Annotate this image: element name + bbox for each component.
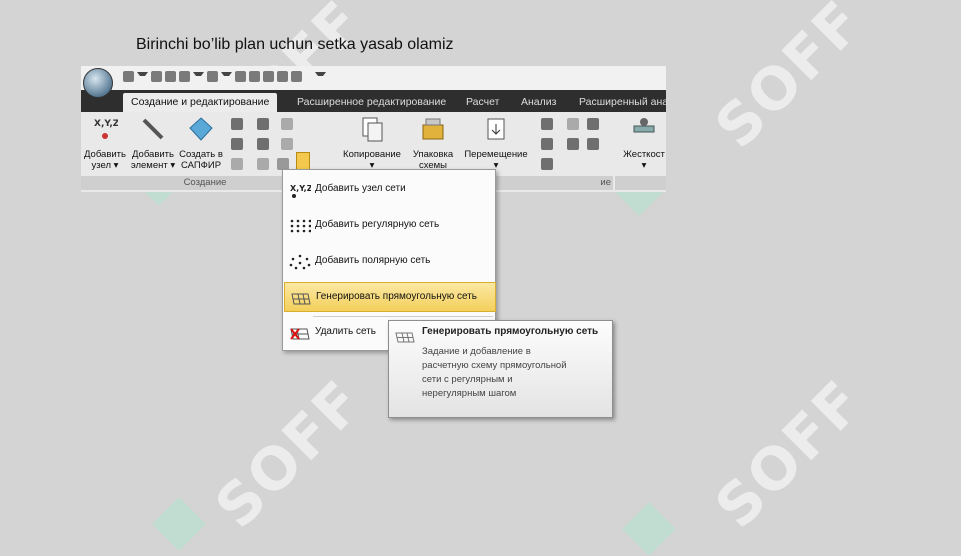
menu-item-label: Удалить сеть: [315, 326, 376, 337]
tooltip-body: Задание и добавление в расчетную схему п…: [422, 346, 567, 399]
redo-icon[interactable]: [207, 71, 218, 82]
delete-grid-icon: [290, 328, 310, 340]
menu-item-label: Добавить полярную сеть: [315, 255, 431, 266]
tab-advanced-analysis[interactable]: Расширенный ана: [571, 93, 676, 112]
menu-item-generate-rect-grid[interactable]: Генерировать прямоугольную сеть: [284, 282, 496, 312]
menu-item-add-grid-node[interactable]: X,Y,Z Добавить узел сети: [284, 175, 494, 203]
beam-element-icon: [142, 118, 164, 140]
bridge-tool-icon[interactable]: [231, 138, 243, 150]
disabled-tool-icon[interactable]: [281, 138, 293, 150]
button-label: Перемещение: [464, 149, 528, 160]
rect-grid-icon: [291, 293, 311, 305]
disabled-tool-icon[interactable]: [231, 158, 243, 170]
svg-text:X,Y,Z: X,Y,Z: [94, 119, 118, 129]
filter-icon[interactable]: [277, 71, 288, 82]
app-menu-button[interactable]: [83, 68, 113, 98]
customize-icon[interactable]: [315, 72, 326, 81]
svg-text:X,Y,Z: X,Y,Z: [290, 184, 311, 193]
menu-item-label: Добавить регулярную сеть: [315, 219, 440, 230]
tooltip-title: Генерировать прямоугольную сеть: [422, 326, 599, 337]
copy-button[interactable]: Копирование ▾: [336, 116, 408, 171]
wall-tool-icon[interactable]: [257, 138, 269, 150]
menu-item-add-polar-grid[interactable]: Добавить полярную сеть: [284, 247, 494, 275]
watermark-text: SOFF: [702, 0, 877, 162]
add-element-button[interactable]: Добавить элемент ▾: [129, 116, 177, 171]
disabled-tool-icon[interactable]: [281, 118, 293, 130]
undo-icon[interactable]: [179, 71, 190, 82]
settings-icon[interactable]: [263, 71, 274, 82]
pack-icon: [422, 118, 444, 140]
move-icon: [487, 118, 505, 140]
mirror-tool-icon[interactable]: [541, 138, 553, 150]
watermark-text: SOFF: [202, 366, 377, 542]
create-sapfir-button[interactable]: Создать в САПФИР: [177, 116, 225, 171]
button-label: элемент ▾: [130, 160, 176, 171]
menu-item-label: Генерировать прямоугольную сеть: [316, 291, 478, 302]
open-icon[interactable]: [151, 71, 162, 82]
xyz-node-icon: X,Y,Z: [94, 119, 120, 139]
lock-icon[interactable]: [291, 71, 302, 82]
join-tool-icon[interactable]: [587, 138, 599, 150]
regular-grid-icon: [290, 219, 311, 233]
view-icon[interactable]: [249, 71, 260, 82]
align-tool-icon[interactable]: [587, 118, 599, 130]
sapfir-icon: [189, 117, 213, 141]
button-label: Добавить: [132, 149, 174, 160]
stiffness-icon: [633, 118, 655, 133]
chevron-down-icon[interactable]: [221, 72, 232, 81]
menu-item-add-regular-grid[interactable]: Добавить регулярную сеть: [284, 211, 494, 239]
chevron-down-icon[interactable]: [193, 72, 204, 81]
grid-tool-icon[interactable]: [231, 118, 243, 130]
button-label: Упаковка: [412, 149, 454, 160]
move-button[interactable]: Перемещение ▾: [459, 116, 533, 171]
watermark-shape: [622, 502, 676, 556]
new-file-icon[interactable]: [123, 71, 134, 82]
tab-advanced-edit[interactable]: Расширенное редактирование: [289, 93, 454, 112]
cube-icon[interactable]: [235, 71, 246, 82]
polar-grid-icon: [289, 254, 311, 270]
copy-icon: [362, 117, 383, 142]
menu-item-label: Добавить узел сети: [315, 183, 406, 194]
grid-dropdown-button[interactable]: [296, 152, 310, 170]
frame-tool-icon[interactable]: [257, 118, 269, 130]
tab-create-edit[interactable]: Создание и редактирование: [123, 93, 278, 112]
rotate-tool-icon[interactable]: [541, 118, 553, 130]
stiffness-button[interactable]: Жесткост ▾: [619, 116, 669, 171]
disabled-tool-icon[interactable]: [257, 158, 269, 170]
xyz-icon: X,Y,Z: [290, 184, 311, 198]
watermark-text: SOFF: [702, 366, 877, 542]
tab-calculation[interactable]: Расчет: [458, 93, 507, 112]
button-label: узел ▾: [91, 160, 119, 171]
menu-separator: [313, 316, 493, 317]
group-label-stiffness: [615, 176, 666, 190]
rect-grid-icon: [395, 332, 415, 343]
button-label: ▾: [641, 160, 647, 171]
ribbon-tabs: Создание и редактирование Расширенное ре…: [81, 90, 668, 112]
tab-analysis[interactable]: Анализ: [513, 93, 564, 112]
disabled-tool-icon[interactable]: [567, 118, 579, 130]
watermark-shape: [152, 497, 206, 551]
cut-tool-icon[interactable]: [541, 158, 553, 170]
chevron-down-icon[interactable]: [137, 72, 148, 81]
quick-access-toolbar: [81, 66, 666, 90]
button-label: САПФИР: [180, 160, 222, 171]
tooltip: Генерировать прямоугольную сеть Задание …: [388, 320, 613, 418]
button-label: Жесткост: [623, 149, 665, 160]
button-label: Создать в: [179, 149, 223, 160]
pack-scheme-button[interactable]: Упаковка схемы: [409, 116, 457, 171]
button-label: Добавить: [84, 149, 126, 160]
save-icon[interactable]: [165, 71, 176, 82]
slide-title: Birinchi bo’lib plan uchun setka yasab o…: [136, 36, 454, 53]
split-tool-icon[interactable]: [567, 138, 579, 150]
button-label: Копирование: [343, 149, 401, 160]
add-node-button[interactable]: X,Y,Z Добавить узел ▾: [81, 116, 129, 171]
